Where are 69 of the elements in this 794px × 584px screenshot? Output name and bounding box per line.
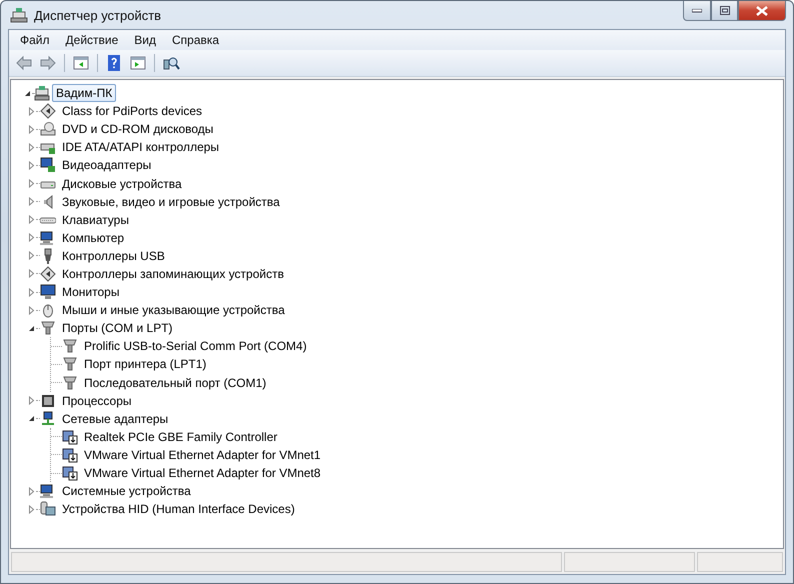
tree-item[interactable]: Realtek PCIe GBE Family Controller [80, 428, 282, 446]
network-adapter-icon [40, 410, 56, 427]
processor-icon [40, 392, 56, 409]
expand-arrow-icon[interactable] [27, 233, 36, 242]
tree-item[interactable]: VMware Virtual Ethernet Adapter for VMnet8 [80, 464, 325, 482]
connector-icon [40, 266, 56, 282]
minimize-button[interactable] [683, 1, 711, 21]
menu-item[interactable]: Действие [58, 33, 126, 47]
tree-item[interactable]: Контроллеры запоминающих устройств [58, 264, 288, 283]
tree-item[interactable]: Последовательный порт (COM1) [80, 374, 270, 392]
expand-arrow-icon[interactable] [27, 106, 36, 116]
tree-item[interactable]: Дисковые устройства [58, 174, 186, 193]
port-icon [62, 338, 78, 354]
tree-item[interactable]: Системные устройства [58, 482, 195, 500]
port-icon [62, 356, 78, 372]
tree-item[interactable]: Порт принтера (LPT1) [80, 355, 210, 374]
connector-icon [40, 103, 56, 120]
tree-item[interactable]: Процессоры [58, 392, 136, 410]
expand-arrow-icon[interactable] [27, 251, 36, 260]
tree-item[interactable]: Сетевые адаптеры [58, 410, 172, 428]
maximize-icon [720, 6, 730, 15]
mouse-icon [40, 302, 56, 318]
tree-item[interactable]: Звуковые, видео и игровые устройства [58, 192, 284, 211]
expand-arrow-icon[interactable] [27, 142, 36, 152]
tree-item[interactable]: Клавиатуры [58, 210, 133, 229]
close-button[interactable] [738, 1, 786, 21]
disc-drive-icon [40, 121, 56, 138]
expand-arrow-icon[interactable] [27, 396, 36, 406]
tree-item[interactable]: Устройства HID (Human Interface Devices) [58, 500, 299, 518]
expand-arrow-icon[interactable] [27, 504, 36, 514]
expand-arrow-icon[interactable] [27, 124, 36, 134]
expand-arrow-icon[interactable] [27, 306, 36, 315]
network-card-icon [62, 465, 78, 482]
tree-item[interactable]: Компьютер [58, 228, 128, 247]
menu-item[interactable]: Вид [126, 33, 164, 47]
close-icon [756, 6, 768, 16]
tree-item[interactable]: Контроллеры USB [58, 246, 169, 265]
collapse-arrow-icon[interactable] [27, 324, 36, 333]
collapse-arrow-icon[interactable] [27, 414, 36, 424]
network-card-icon [62, 428, 78, 445]
port-icon [40, 320, 56, 336]
minimize-icon [692, 8, 702, 12]
tree-item[interactable]: Видеоадаптеры [58, 156, 156, 174]
display-adapter-icon [40, 157, 56, 174]
tree-item[interactable]: Мыши и иные указывающие устройства [58, 301, 289, 320]
window-title: Диспетчер устройств [34, 8, 162, 22]
expand-arrow-icon[interactable] [27, 197, 36, 206]
input-device-icon [40, 501, 56, 518]
expand-arrow-icon[interactable] [27, 215, 36, 224]
menu-item[interactable]: Файл [12, 33, 58, 47]
expand-arrow-icon[interactable] [27, 486, 36, 496]
collapse-arrow-icon[interactable] [23, 88, 32, 98]
tree-item[interactable]: Вадим-ПК [52, 84, 116, 102]
expand-arrow-icon[interactable] [27, 160, 36, 170]
maximize-button[interactable] [711, 1, 738, 21]
tree-item[interactable]: Prolific USB-to-Serial Comm Port (COM4) [80, 337, 311, 356]
expand-arrow-icon[interactable] [27, 269, 36, 278]
expand-arrow-icon[interactable] [27, 179, 36, 188]
port-icon [62, 374, 78, 391]
tree-item[interactable]: Class for PdiPorts devices [58, 102, 206, 120]
menu-item[interactable]: Справка [164, 33, 228, 47]
tree-item[interactable]: IDE ATA/ATAPI контроллеры [58, 138, 224, 156]
expand-arrow-icon[interactable] [27, 288, 36, 297]
tree-item[interactable]: DVD и CD-ROM дисководы [58, 120, 218, 138]
network-card-icon [62, 446, 78, 463]
monitor-icon [40, 284, 56, 300]
tree-item[interactable]: Порты (COM и LPT) [58, 319, 177, 338]
tree-item[interactable]: Мониторы [58, 283, 124, 302]
tree-item[interactable]: VMware Virtual Ethernet Adapter for VMnet1 [80, 446, 325, 464]
